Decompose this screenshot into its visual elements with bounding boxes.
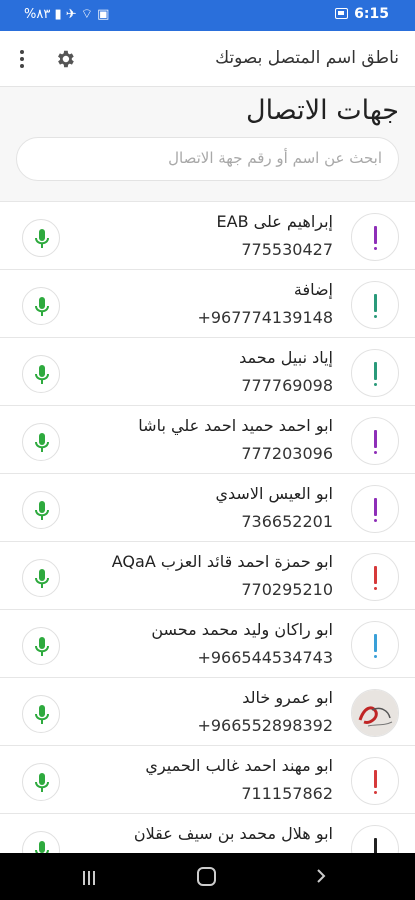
microphone-icon bbox=[35, 637, 49, 656]
contact-number: 736652201 bbox=[241, 512, 333, 531]
contact-number: 777203096 bbox=[241, 444, 333, 463]
microphone-icon bbox=[35, 705, 49, 724]
contact-row[interactable]: ابو العيس الاسدي 736652201 bbox=[0, 473, 415, 541]
contact-number: 777769098 bbox=[241, 376, 333, 395]
microphone-icon bbox=[35, 229, 49, 248]
contact-avatar[interactable] bbox=[351, 757, 399, 805]
contact-row[interactable]: ابو مهند احمد غالب الحميري 711157862 bbox=[0, 745, 415, 813]
contact-row[interactable]: ابو هلال محمد بن سيف عقلان bbox=[0, 813, 415, 853]
record-voice-button[interactable] bbox=[22, 559, 60, 597]
contact-name: إبراهيم على EAB bbox=[216, 212, 333, 231]
contact-row[interactable]: ابو حمزة احمد قائد العزب AQaA 770295210 bbox=[0, 541, 415, 609]
contact-avatar[interactable] bbox=[351, 621, 399, 669]
microphone-icon bbox=[35, 297, 49, 316]
contact-avatar[interactable] bbox=[351, 825, 399, 853]
avatar-dot bbox=[374, 655, 377, 658]
record-voice-button[interactable] bbox=[22, 219, 60, 257]
page-title: جهات الاتصال bbox=[245, 95, 399, 126]
contact-number: 770295210 bbox=[241, 580, 333, 599]
contact-number: 775530427 bbox=[241, 240, 333, 259]
home-button[interactable] bbox=[197, 867, 216, 886]
contact-number: +967774139148 bbox=[197, 308, 333, 327]
main-content: جهات الاتصال ابحث عن اسم أو رقم جهة الات… bbox=[0, 87, 415, 853]
status-bar: %٨٣ ▮ ✈ ⌔ ▣ 6:15 bbox=[0, 0, 415, 31]
record-voice-button[interactable] bbox=[22, 695, 60, 733]
app-bar: ناطق اسم المتصل بصوتك bbox=[0, 31, 415, 87]
avatar-mark bbox=[374, 362, 377, 380]
record-voice-button[interactable] bbox=[22, 423, 60, 461]
more-options-icon[interactable] bbox=[10, 45, 34, 73]
contact-row[interactable]: ابو عمرو خالد +966552898392 bbox=[0, 677, 415, 745]
search-placeholder: ابحث عن اسم أو رقم جهة الاتصال bbox=[168, 149, 382, 167]
record-voice-button[interactable] bbox=[22, 491, 60, 529]
search-input[interactable]: ابحث عن اسم أو رقم جهة الاتصال bbox=[16, 137, 399, 181]
contact-avatar[interactable] bbox=[351, 485, 399, 533]
recent-apps-button[interactable] bbox=[83, 870, 99, 885]
contact-avatar[interactable] bbox=[351, 281, 399, 329]
contact-avatar[interactable] bbox=[351, 349, 399, 397]
avatar-dot bbox=[374, 247, 377, 250]
contact-row[interactable]: إياد نبيل محمد 777769098 bbox=[0, 337, 415, 405]
contact-name: إضافة bbox=[293, 280, 333, 299]
avatar-mark bbox=[374, 294, 377, 312]
contact-row[interactable]: ابو احمد حميد احمد علي باشا 777203096 bbox=[0, 405, 415, 473]
gear-icon[interactable] bbox=[54, 48, 76, 70]
battery-icon bbox=[335, 8, 349, 19]
microphone-icon bbox=[35, 433, 49, 452]
contact-avatar[interactable] bbox=[351, 553, 399, 601]
avatar-mark bbox=[374, 226, 377, 244]
contact-name: ابو حمزة احمد قائد العزب AQaA bbox=[111, 552, 333, 571]
avatar-mark bbox=[374, 566, 377, 584]
contact-name: ابو احمد حميد احمد علي باشا bbox=[138, 416, 333, 435]
status-time: 6:15 bbox=[354, 6, 389, 22]
contact-row[interactable]: إبراهيم على EAB 775530427 bbox=[0, 201, 415, 269]
avatar-mark bbox=[374, 770, 377, 788]
avatar-dot bbox=[374, 791, 377, 794]
contact-name: ابو عمرو خالد bbox=[242, 688, 333, 707]
contact-row[interactable]: ابو راكان وليد محمد محسن +966544534743 bbox=[0, 609, 415, 677]
microphone-icon bbox=[35, 501, 49, 520]
status-time-group: 6:15 bbox=[335, 6, 389, 22]
record-voice-button[interactable] bbox=[22, 287, 60, 325]
contact-name: ابو راكان وليد محمد محسن bbox=[151, 620, 333, 639]
navigation-bar bbox=[0, 853, 415, 900]
contact-number: 711157862 bbox=[241, 784, 333, 803]
avatar-mark bbox=[374, 498, 377, 516]
avatar-mark bbox=[374, 634, 377, 652]
contact-name: ابو هلال محمد بن سيف عقلان bbox=[133, 824, 333, 843]
microphone-icon bbox=[35, 841, 49, 853]
contact-row[interactable]: إضافة +967774139148 bbox=[0, 269, 415, 337]
contact-number: +966544534743 bbox=[197, 648, 333, 667]
avatar-dot bbox=[374, 315, 377, 318]
back-button[interactable] bbox=[316, 869, 326, 883]
contact-name: إياد نبيل محمد bbox=[239, 348, 333, 367]
status-indicators: %٨٣ ▮ ✈ ⌔ ▣ bbox=[24, 7, 110, 22]
avatar-mark bbox=[374, 430, 377, 448]
avatar-mark bbox=[374, 838, 377, 853]
microphone-icon bbox=[35, 365, 49, 384]
contact-name: ابو مهند احمد غالب الحميري bbox=[145, 756, 333, 775]
record-voice-button[interactable] bbox=[22, 355, 60, 393]
record-voice-button[interactable] bbox=[22, 831, 60, 853]
avatar-photo bbox=[352, 690, 398, 736]
contact-name: ابو العيس الاسدي bbox=[215, 484, 334, 503]
contact-avatar[interactable] bbox=[351, 689, 399, 737]
contact-list: إبراهيم على EAB 775530427 إضافة +9677741391… bbox=[0, 201, 415, 853]
contact-avatar[interactable] bbox=[351, 417, 399, 465]
record-voice-button[interactable] bbox=[22, 763, 60, 801]
microphone-icon bbox=[35, 773, 49, 792]
contact-avatar[interactable] bbox=[351, 213, 399, 261]
avatar-dot bbox=[374, 451, 377, 454]
app-title: ناطق اسم المتصل بصوتك bbox=[215, 48, 399, 68]
avatar-dot bbox=[374, 383, 377, 386]
avatar-dot bbox=[374, 587, 377, 590]
avatar-dot bbox=[374, 519, 377, 522]
microphone-icon bbox=[35, 569, 49, 588]
contact-number: +966552898392 bbox=[197, 716, 333, 735]
record-voice-button[interactable] bbox=[22, 627, 60, 665]
